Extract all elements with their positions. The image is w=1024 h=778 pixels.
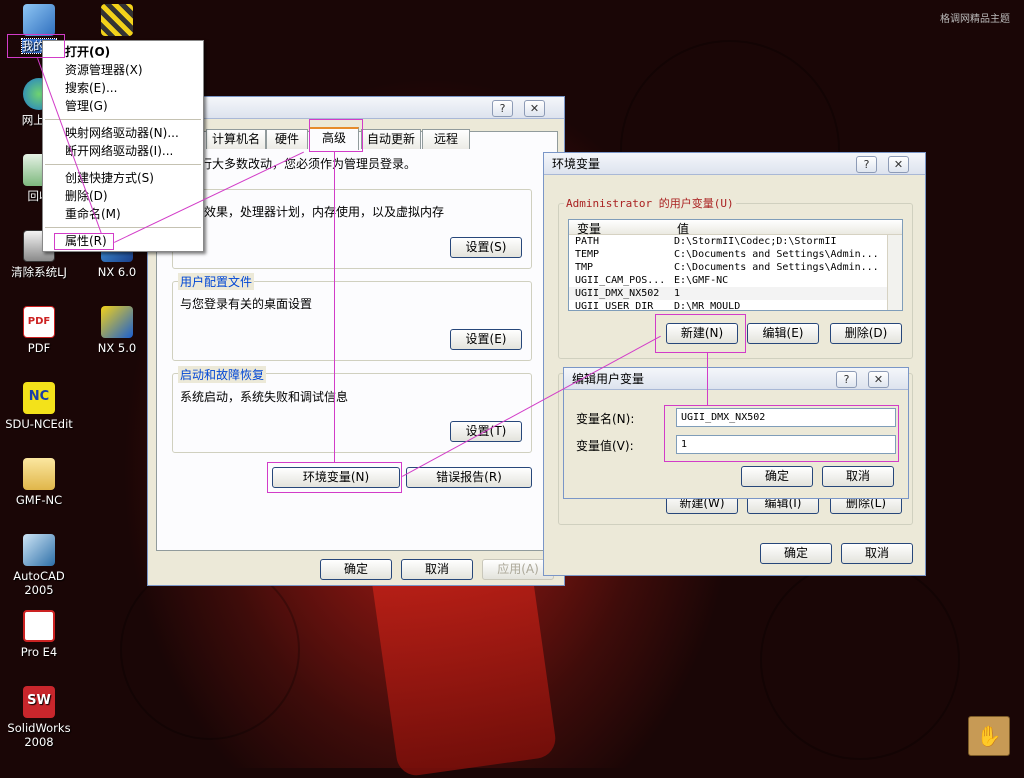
system-properties-titlebar: ? ✕ xyxy=(148,97,564,119)
theme-watermark: 格调网精品主题 xyxy=(940,14,1010,25)
desktop-icon-gmf-nc[interactable]: GMF-NC xyxy=(4,458,74,507)
close-button[interactable]: ✕ xyxy=(524,100,545,117)
edit-user-variable-titlebar: 编辑用户变量 ? ✕ xyxy=(564,368,908,390)
profile-text: 与您登录有关的桌面设置 xyxy=(180,297,313,311)
highlight-inputs xyxy=(664,405,899,462)
tab-computer-name[interactable]: 计算机名 xyxy=(206,129,266,149)
solidworks-icon: SW xyxy=(23,686,55,718)
performance-settings-button[interactable]: 设置(S) xyxy=(450,237,522,258)
tab-auto-update[interactable]: 自动更新 xyxy=(361,129,421,149)
ok-button[interactable]: 确定 xyxy=(741,466,813,487)
menu-item-search[interactable]: 搜索(E)... xyxy=(43,79,203,97)
desktop-icon-sdu-ncedit[interactable]: NC SDU-NCEdit xyxy=(4,382,74,431)
menu-item-open[interactable]: 打开(O) xyxy=(43,43,203,61)
menu-separator xyxy=(45,227,201,228)
close-button[interactable]: ✕ xyxy=(868,371,889,388)
list-item[interactable]: PATH D:\StormII\Codec;D:\StormII xyxy=(569,235,902,248)
menu-separator xyxy=(45,164,201,165)
menu-item-rename[interactable]: 重命名(M) xyxy=(43,205,203,223)
nc-edit-icon: NC xyxy=(23,382,55,414)
pdf-icon: PDF xyxy=(23,306,55,338)
desktop-icon-pdf[interactable]: PDF PDF xyxy=(4,306,74,355)
ok-button[interactable]: 确定 xyxy=(320,559,392,580)
ok-button[interactable]: 确定 xyxy=(760,543,832,564)
tab-hardware[interactable]: 硬件 xyxy=(266,129,308,149)
menu-item-delete[interactable]: 删除(D) xyxy=(43,187,203,205)
list-item[interactable]: UGII_USER_DIR D:\MR_MOULD xyxy=(569,300,902,310)
environment-variables-title: 环境变量 xyxy=(552,157,601,171)
list-item[interactable]: UGII_CAM_POS... E:\GMF-NC xyxy=(569,274,902,287)
annotation-line xyxy=(707,353,708,405)
menu-item-disconnect-drive[interactable]: 断开网络驱动器(I)... xyxy=(43,142,203,160)
list-item[interactable]: TEMP C:\Documents and Settings\Admin... xyxy=(569,248,902,261)
help-button[interactable]: ? xyxy=(492,100,513,117)
menu-item-create-shortcut[interactable]: 创建快捷方式(S) xyxy=(43,169,203,187)
list-item[interactable]: TMP C:\Documents and Settings\Admin... xyxy=(569,261,902,274)
list-scrollbar[interactable] xyxy=(887,235,902,310)
cancel-button[interactable]: 取消 xyxy=(822,466,894,487)
desktop-icon-proe[interactable]: Pro E4 xyxy=(4,610,74,659)
folder-icon xyxy=(23,458,55,490)
hand-icon[interactable]: ✋ xyxy=(968,716,1010,756)
performance-text: 效果，处理器计划，内存使用，以及虚拟内存 xyxy=(204,205,445,219)
error-report-button[interactable]: 错误报告(R) xyxy=(406,467,532,488)
desktop-icon-nx5[interactable]: NX 5.0 xyxy=(82,306,152,355)
delete-user-variable-button[interactable]: 删除(D) xyxy=(830,323,902,344)
menu-separator xyxy=(45,119,201,120)
highlight-properties xyxy=(54,233,114,250)
autocad-icon xyxy=(23,534,55,566)
desktop-icon-solidworks[interactable]: SW SolidWorks 2008 xyxy=(4,686,74,749)
highlight-my-computer xyxy=(7,34,65,58)
list-header: 变量 值 xyxy=(569,220,902,236)
proe-icon xyxy=(23,610,55,642)
context-menu: 打开(O) 资源管理器(X) 搜索(E)... 管理(G) 映射网络驱动器(N)… xyxy=(42,40,204,252)
desktop-icon-shortcut[interactable] xyxy=(82,4,152,39)
background-swirl xyxy=(760,560,960,760)
background-swirl xyxy=(120,560,300,740)
nx-icon xyxy=(101,306,133,338)
help-button[interactable]: ? xyxy=(836,371,857,388)
menu-item-manage[interactable]: 管理(G) xyxy=(43,97,203,115)
edit-user-variable-button[interactable]: 编辑(E) xyxy=(747,323,819,344)
help-button[interactable]: ? xyxy=(856,156,877,173)
close-button[interactable]: ✕ xyxy=(888,156,909,173)
profile-label: 用户配置文件 xyxy=(178,273,255,290)
menu-item-explorer[interactable]: 资源管理器(X) xyxy=(43,61,203,79)
variable-value-label: 变量值(V): xyxy=(576,439,634,453)
edit-user-variable-title: 编辑用户变量 xyxy=(572,372,645,386)
system-properties-window: ? ✕ 计算机名 硬件 高级 自动更新 远程 行大多数改动，您必须作为管理员登录… xyxy=(147,96,565,586)
highlight-advanced-tab xyxy=(309,119,363,152)
profile-settings-button[interactable]: 设置(E) xyxy=(450,329,522,350)
my-computer-icon xyxy=(23,4,55,36)
startup-text: 系统启动，系统失败和调试信息 xyxy=(180,390,349,404)
cancel-button[interactable]: 取消 xyxy=(401,559,473,580)
admin-note: 行大多数改动，您必须作为管理员登录。 xyxy=(200,157,417,171)
environment-variables-titlebar: 环境变量 ? ✕ xyxy=(544,153,925,175)
user-variables-list[interactable]: 变量 值 PATH D:\StormII\Codec;D:\StormII TEM… xyxy=(568,219,903,311)
variable-name-label: 变量名(N): xyxy=(576,412,635,426)
startup-label: 启动和故障恢复 xyxy=(178,366,267,383)
highlight-env-button xyxy=(267,462,402,493)
highlight-new-button xyxy=(655,314,746,353)
cancel-button[interactable]: 取消 xyxy=(841,543,913,564)
desktop-icon-autocad[interactable]: AutoCAD 2005 xyxy=(4,534,74,597)
shortcut-icon xyxy=(101,4,133,36)
user-variables-label: Administrator 的用户变量(U) xyxy=(564,195,736,211)
environment-variables-window: 环境变量 ? ✕ Administrator 的用户变量(U) 变量 值 PAT… xyxy=(543,152,926,576)
list-item[interactable]: UGII_DMX_NX502 1 xyxy=(569,287,902,300)
tab-remote[interactable]: 远程 xyxy=(422,129,470,149)
annotation-line xyxy=(334,152,335,462)
